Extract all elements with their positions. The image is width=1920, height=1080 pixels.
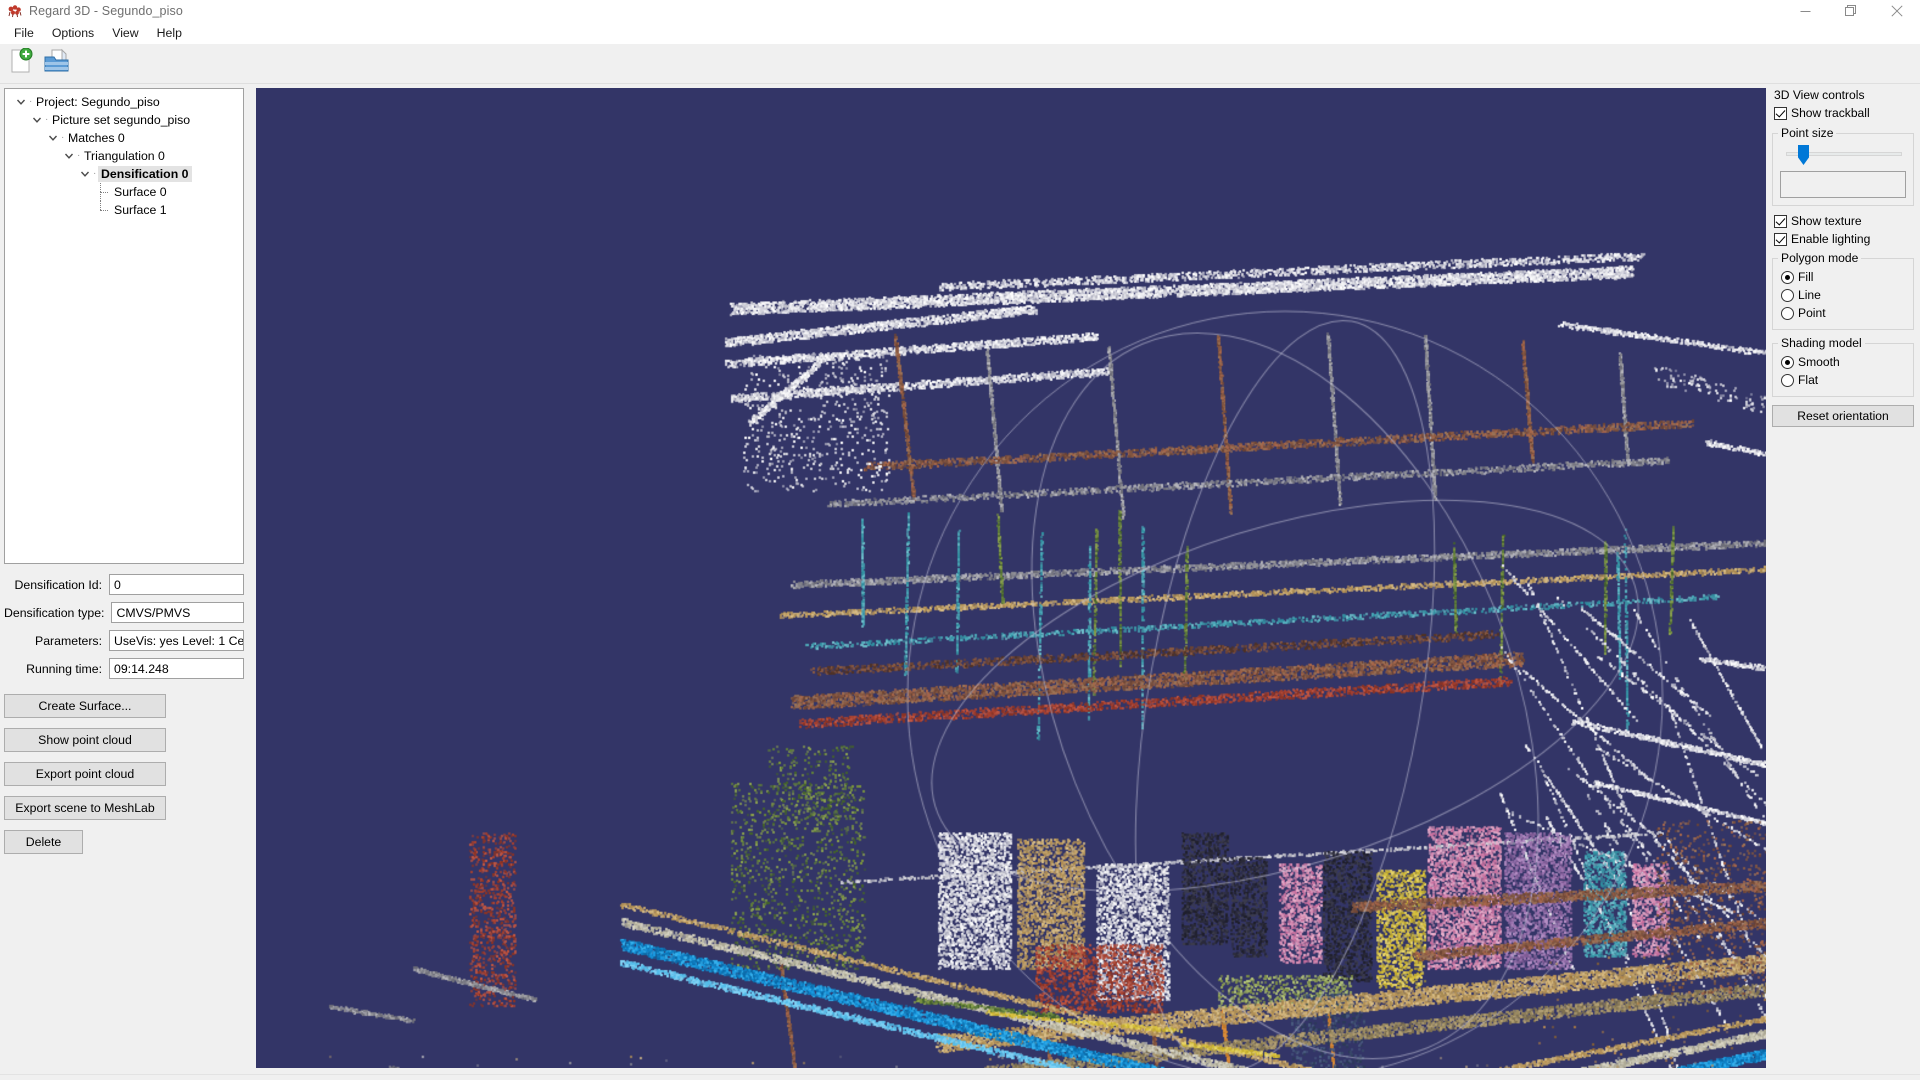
3d-point-cloud-viewport[interactable] — [256, 88, 1766, 1068]
enable-lighting-checkbox-row[interactable]: Enable lighting — [1774, 230, 1914, 248]
parameters-field-label: Parameters: — [35, 633, 102, 648]
show-trackball-checkbox-row[interactable]: Show trackball — [1774, 104, 1914, 122]
radio-smooth[interactable] — [1781, 355, 1794, 369]
create-surface-button[interactable]: Create Surface... — [4, 694, 166, 718]
tree-item-label: Project: Segundo_piso — [36, 95, 160, 109]
tree-item-project-segundo-piso[interactable]: · Project: Segundo_piso — [7, 93, 241, 111]
window-title: Regard 3D - Segundo_piso — [29, 4, 183, 18]
polygon-mode-group: Polygon mode Fill Line Point — [1772, 251, 1914, 330]
chevron-down-icon[interactable] — [29, 112, 45, 128]
tree-item-label: Picture set segundo_piso — [52, 113, 191, 127]
densification-id-field[interactable]: 0 — [109, 574, 244, 595]
tree-item-triangulation-0[interactable]: · Triangulation 0 — [7, 147, 241, 165]
export-scene-to-meshlab-button[interactable]: Export scene to MeshLab — [4, 796, 166, 820]
point-size-value-field[interactable] — [1780, 171, 1906, 198]
enable-lighting-label: Enable lighting — [1791, 232, 1871, 246]
tree-item-surface-1[interactable]: Surface 1 — [7, 201, 241, 219]
new-project-button[interactable] — [4, 47, 38, 81]
show-texture-checkbox-row[interactable]: Show texture — [1774, 212, 1914, 230]
shading-model-flat-label: Flat — [1798, 373, 1819, 387]
menu-options[interactable]: Options — [43, 24, 103, 43]
show-point-cloud-button[interactable]: Show point cloud — [4, 728, 166, 752]
densification-id-field-label: Densification Id: — [14, 577, 103, 592]
polygon-mode-line-label: Line — [1798, 288, 1821, 302]
polygon-mode-option-line[interactable]: Line — [1781, 286, 1908, 304]
enable-lighting-checkbox[interactable] — [1774, 232, 1787, 246]
point-size-slider-thumb[interactable] — [1798, 145, 1809, 165]
viewport-container — [250, 84, 1772, 1068]
shading-model-legend: Shading model — [1781, 336, 1862, 350]
minimize-icon[interactable] — [1782, 0, 1828, 23]
radio-line[interactable] — [1781, 288, 1794, 302]
open-project-button[interactable] — [40, 47, 74, 81]
tree-item-matches-0[interactable]: · Matches 0 — [7, 129, 241, 147]
shading-model-option-smooth[interactable]: Smooth — [1781, 353, 1908, 371]
export-point-cloud-button[interactable]: Export point cloud — [4, 762, 166, 786]
radio-point[interactable] — [1781, 306, 1794, 320]
shading-model-group: Shading model Smooth Flat — [1772, 336, 1914, 397]
chevron-down-icon[interactable] — [13, 94, 29, 110]
polygon-mode-option-fill[interactable]: Fill — [1781, 268, 1908, 286]
polygon-mode-option-point[interactable]: Point — [1781, 304, 1908, 322]
radio-fill[interactable] — [1781, 270, 1794, 284]
point-cloud-canvas[interactable] — [256, 88, 1766, 1068]
left-panel: · Project: Segundo_piso · Picture set segun… — [0, 84, 250, 1068]
chevron-down-icon[interactable] — [61, 148, 77, 164]
tree-item-label: Densification 0 — [98, 166, 193, 182]
tree-item-label: Triangulation 0 — [84, 149, 165, 163]
toolbar — [0, 44, 1920, 84]
app-logo-icon — [7, 3, 23, 19]
right-panel: 3D View controls Show trackball Point si… — [1772, 84, 1920, 1068]
main-body: · Project: Segundo_piso · Picture set segun… — [0, 84, 1920, 1074]
tree-connector — [93, 201, 109, 219]
polygon-mode-point-label: Point — [1798, 306, 1826, 320]
parameters-field[interactable]: UseVis: yes Level: 1 Cell s — [109, 630, 244, 651]
point-size-group: Point size — [1772, 126, 1914, 206]
densification-type-field-label: Densification type: — [4, 605, 105, 620]
shading-model-smooth-label: Smooth — [1798, 355, 1840, 369]
parameters-field-row: Parameters: UseVis: yes Level: 1 Cell s — [4, 630, 244, 651]
tree-connector — [93, 183, 109, 201]
chevron-down-icon[interactable] — [77, 166, 93, 182]
running-time-field[interactable]: 09:14.248 — [109, 658, 244, 679]
show-trackball-checkbox[interactable] — [1774, 106, 1787, 120]
menu-view[interactable]: View — [103, 24, 147, 43]
reset-orientation-button[interactable]: Reset orientation — [1772, 405, 1914, 427]
menu-file[interactable]: File — [5, 24, 43, 43]
properties-panel: Densification Id: 0 Densification type: CMV… — [4, 574, 244, 679]
new-document-plus-icon — [8, 47, 34, 79]
tree-item-surface-0[interactable]: Surface 0 — [7, 183, 241, 201]
open-folder-icon — [43, 48, 71, 79]
maximize-icon[interactable] — [1828, 0, 1874, 23]
densification-type-field-row: Densification type: CMVS/PMVS — [4, 602, 244, 623]
point-size-slider[interactable] — [1778, 143, 1908, 165]
menu-bar: File Options View Help — [0, 23, 1920, 44]
close-icon[interactable] — [1874, 0, 1920, 23]
point-size-legend: Point size — [1781, 126, 1834, 140]
densification-type-field[interactable]: CMVS/PMVS — [111, 602, 244, 623]
show-texture-label: Show texture — [1791, 214, 1862, 228]
action-buttons: Create Surface... Show point cloud Export … — [4, 694, 244, 854]
tree-item-label: Matches 0 — [68, 131, 125, 145]
polygon-mode-legend: Polygon mode — [1781, 251, 1859, 265]
tree-item-label: Surface 1 — [114, 203, 167, 217]
running-time-field-row: Running time: 09:14.248 — [4, 658, 244, 679]
show-texture-checkbox[interactable] — [1774, 214, 1787, 228]
radio-flat[interactable] — [1781, 373, 1794, 387]
show-trackball-label: Show trackball — [1791, 106, 1870, 120]
tree-item-label: Surface 0 — [114, 185, 167, 199]
chevron-down-icon[interactable] — [45, 130, 61, 146]
tree-item-densification-0[interactable]: · Densification 0 — [7, 165, 241, 183]
title-bar: Regard 3D - Segundo_piso — [0, 0, 1920, 23]
shading-model-option-flat[interactable]: Flat — [1781, 371, 1908, 389]
menu-help[interactable]: Help — [148, 24, 191, 43]
bottom-strip — [0, 1074, 1920, 1080]
project-tree[interactable]: · Project: Segundo_piso · Picture set segun… — [4, 88, 244, 564]
delete-button[interactable]: Delete — [4, 830, 83, 854]
view-controls-title: 3D View controls — [1774, 88, 1865, 102]
polygon-mode-fill-label: Fill — [1798, 270, 1814, 284]
tree-item-picture-set-segundo-piso[interactable]: · Picture set segundo_piso — [7, 111, 241, 129]
running-time-field-label: Running time: — [26, 661, 102, 676]
densification-id-field-row: Densification Id: 0 — [4, 574, 244, 595]
